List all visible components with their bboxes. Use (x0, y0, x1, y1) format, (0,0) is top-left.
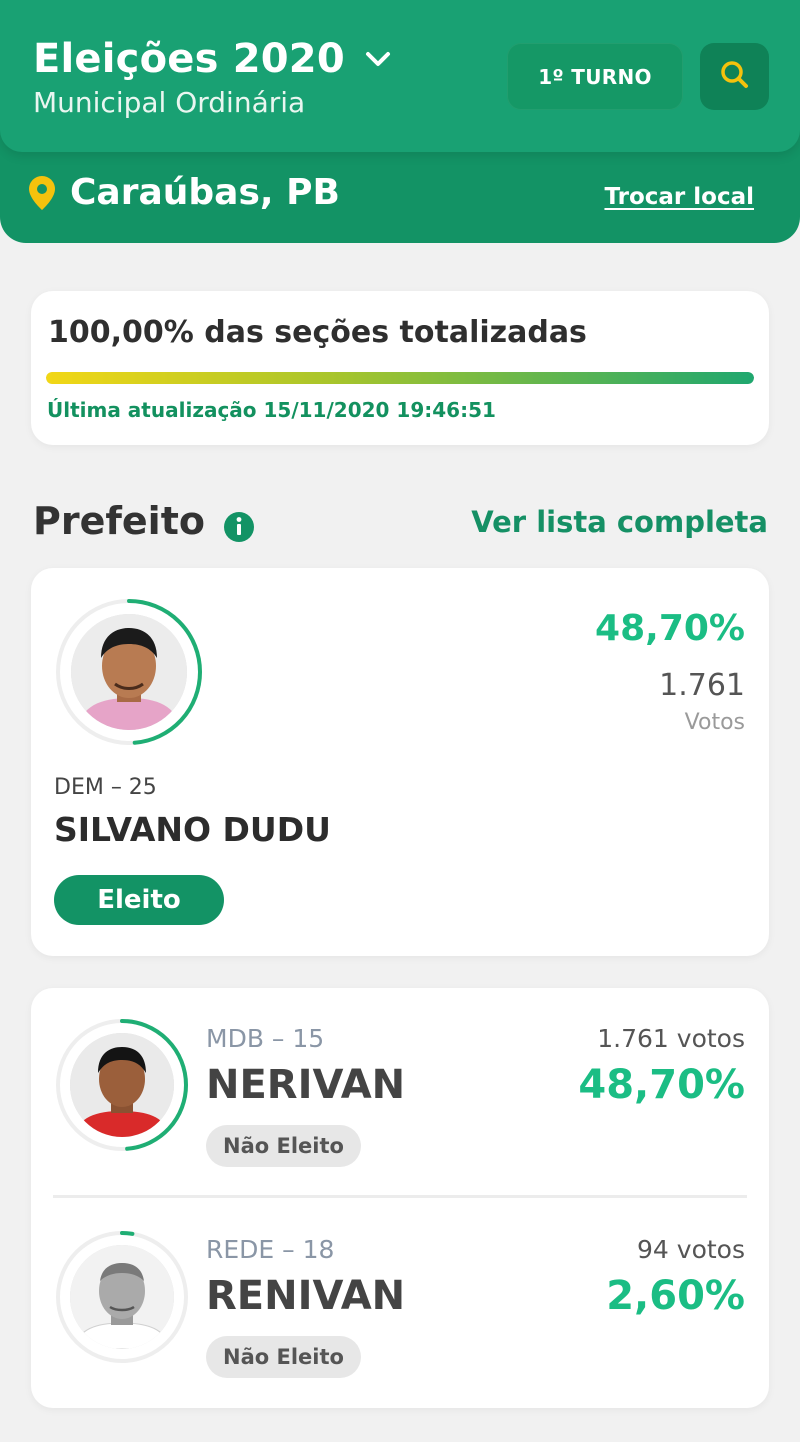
candidate-name: NERIVAN (206, 1062, 406, 1108)
status-badge: Eleito (54, 875, 224, 925)
location-row: Caraúbas, PB (28, 172, 340, 213)
vote-share-ring (54, 1229, 190, 1365)
vote-percentage: 2,60% (606, 1273, 745, 1319)
avatar (71, 614, 187, 730)
search-button[interactable] (700, 43, 769, 110)
app-subtitle: Municipal Ordinária (33, 86, 306, 119)
vote-count: 94 votos (637, 1235, 745, 1264)
vote-count-label: Votos (684, 710, 745, 735)
totalization-progress-bar (46, 372, 754, 384)
election-selector[interactable]: Eleições 2020 (33, 36, 395, 82)
totalization-card: 100,00% das seções totalizadas Última at… (31, 291, 769, 445)
party-number: DEM – 25 (54, 775, 157, 800)
status-badge: Não Eleito (206, 1125, 361, 1167)
app-header: Eleições 2020 Municipal Ordinária 1º TUR… (0, 0, 800, 152)
avatar (70, 1033, 174, 1137)
avatar (70, 1245, 174, 1349)
last-update-text: Última atualização 15/11/2020 19:46:51 (47, 398, 496, 422)
vote-share-ring (54, 1017, 190, 1153)
location-pin-icon (28, 175, 56, 211)
section-title: Prefeito (33, 499, 255, 543)
candidates-list-card: MDB – 15 NERIVAN Não Eleito 1.761 votos … (31, 988, 769, 1408)
vote-count: 1.761 votos (597, 1024, 745, 1053)
status-badge: Não Eleito (206, 1336, 361, 1378)
turno-button[interactable]: 1º TURNO (507, 43, 683, 110)
vote-share-ring (54, 597, 204, 747)
info-icon[interactable] (223, 508, 255, 542)
candidate-name: RENIVAN (206, 1273, 406, 1319)
search-icon (719, 59, 751, 95)
progress-bar-fill (46, 372, 754, 384)
change-location-link[interactable]: Trocar local (604, 184, 754, 210)
section-title-label: Prefeito (33, 499, 205, 543)
app-title: Eleições 2020 (33, 36, 345, 82)
location-header: Eleições 2020 Municipal Ordinária 1º TUR… (0, 0, 800, 243)
totalization-title: 100,00% das seções totalizadas (48, 315, 587, 350)
party-number: REDE – 18 (206, 1235, 335, 1264)
vote-count: 1.761 (659, 668, 745, 703)
location-name: Caraúbas, PB (70, 172, 340, 213)
divider (53, 1195, 747, 1198)
chevron-down-icon[interactable] (361, 42, 395, 76)
vote-percentage: 48,70% (595, 608, 745, 649)
candidate-name: SILVANO DUDU (54, 810, 331, 849)
candidate-card-winner[interactable]: 48,70% 1.761 Votos DEM – 25 SILVANO DUDU… (31, 568, 769, 956)
party-number: MDB – 15 (206, 1024, 325, 1053)
view-full-list-link[interactable]: Ver lista completa (471, 505, 768, 539)
vote-percentage: 48,70% (578, 1062, 745, 1108)
